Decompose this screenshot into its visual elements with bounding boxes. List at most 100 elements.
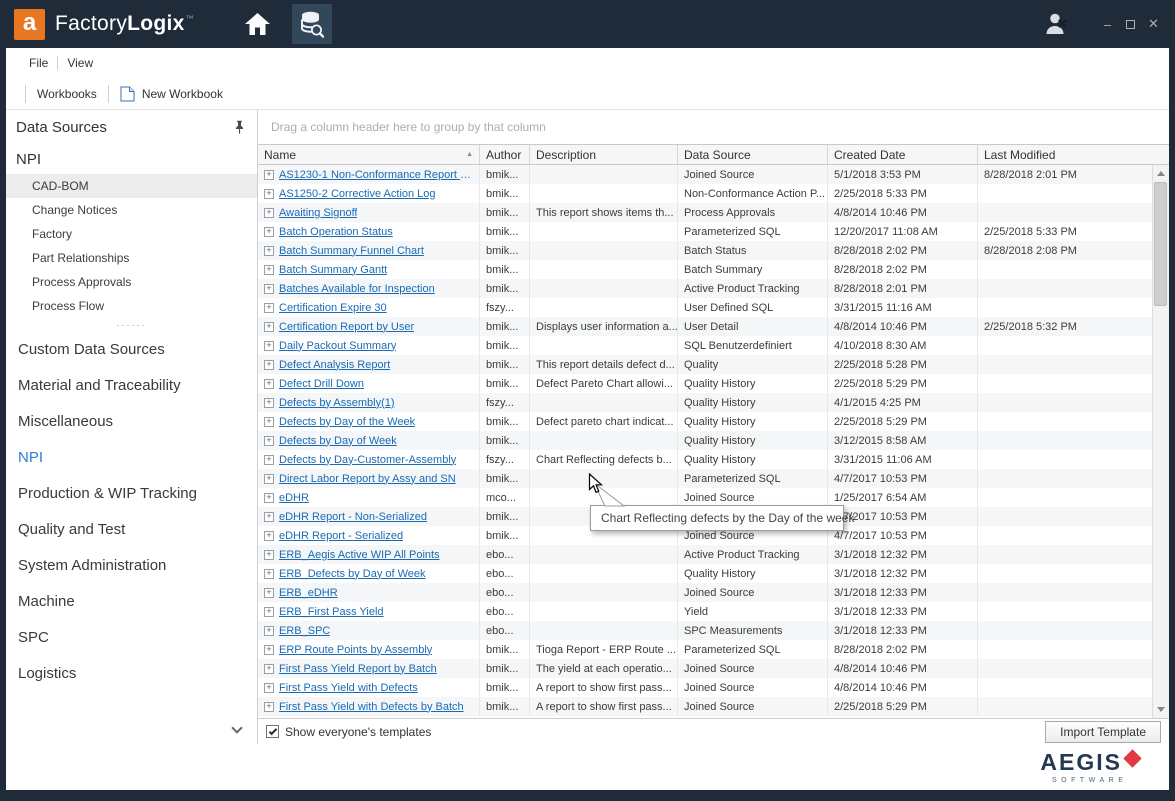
expand-icon[interactable]: +: [264, 170, 274, 180]
report-link[interactable]: eDHR Report - Non-Serialized: [279, 511, 427, 523]
pin-button[interactable]: [234, 120, 245, 134]
show-everyones-templates-checkbox[interactable]: [266, 725, 279, 738]
sidebar-section-spc[interactable]: SPC: [6, 619, 257, 655]
expand-icon[interactable]: +: [264, 398, 274, 408]
report-link[interactable]: Daily Packout Summary: [279, 340, 396, 352]
column-header-last-modified[interactable]: Last Modified: [978, 145, 1169, 164]
expand-icon[interactable]: +: [264, 341, 274, 351]
column-header-author[interactable]: Author: [480, 145, 530, 164]
table-row[interactable]: +Defects by Assembly(1)fszy...Quality Hi…: [258, 393, 1152, 412]
sidebar-splitter[interactable]: ······: [6, 318, 257, 331]
expand-icon[interactable]: +: [264, 626, 274, 636]
expand-icon[interactable]: +: [264, 246, 274, 256]
report-link[interactable]: Defect Drill Down: [279, 378, 364, 390]
report-link[interactable]: Direct Labor Report by Assy and SN: [279, 473, 456, 485]
close-button[interactable]: ✕: [1142, 13, 1165, 36]
report-link[interactable]: Defects by Day of Week: [279, 435, 397, 447]
table-row[interactable]: +ERB_eDHRebo...Joined Source3/1/2018 12:…: [258, 583, 1152, 602]
menu-view[interactable]: View: [58, 56, 102, 70]
table-row[interactable]: +Defects by Day of the Weekbmik...Defect…: [258, 412, 1152, 431]
sidebar-item-cad-bom[interactable]: CAD-BOM: [6, 174, 257, 198]
expand-icon[interactable]: +: [264, 417, 274, 427]
expand-icon[interactable]: +: [264, 664, 274, 674]
expand-icon[interactable]: +: [264, 702, 274, 712]
expand-icon[interactable]: +: [264, 208, 274, 218]
report-link[interactable]: Defects by Assembly(1): [279, 397, 395, 409]
table-row[interactable]: +Defect Drill Downbmik...Defect Pareto C…: [258, 374, 1152, 393]
menu-file[interactable]: File: [20, 56, 57, 70]
expand-icon[interactable]: +: [264, 379, 274, 389]
expand-icon[interactable]: +: [264, 493, 274, 503]
table-row[interactable]: +Defects by Day-Customer-Assemblyfszy...…: [258, 450, 1152, 469]
data-sources-button[interactable]: [292, 4, 332, 44]
table-row[interactable]: +Daily Packout Summarybmik...SQL Benutze…: [258, 336, 1152, 355]
expand-icon[interactable]: +: [264, 189, 274, 199]
expand-icon[interactable]: +: [264, 645, 274, 655]
report-link[interactable]: AS1230-1 Non-Conformance Report by ...: [279, 169, 473, 181]
table-row[interactable]: +Batch Summary Funnel Chartbmik...Batch …: [258, 241, 1152, 260]
expand-icon[interactable]: +: [264, 474, 274, 484]
report-link[interactable]: ERP Route Points by Assembly: [279, 644, 432, 656]
sidebar-section-miscellaneous[interactable]: Miscellaneous: [6, 403, 257, 439]
report-link[interactable]: ERB_SPC: [279, 625, 330, 637]
table-row[interactable]: +Awaiting Signoffbmik...This report show…: [258, 203, 1152, 222]
sidebar-item-part-relationships[interactable]: Part Relationships: [6, 246, 257, 270]
workbooks-button[interactable]: Workbooks: [35, 87, 99, 101]
table-row[interactable]: +First Pass Yield with Defects by Batchb…: [258, 697, 1152, 716]
table-row[interactable]: +AS1250-2 Corrective Action Logbmik...No…: [258, 184, 1152, 203]
minimize-button[interactable]: –: [1096, 13, 1119, 36]
report-link[interactable]: AS1250-2 Corrective Action Log: [279, 188, 436, 200]
scroll-down-arrow-icon[interactable]: [1157, 707, 1165, 712]
sidebar-section-production-wip-tracking[interactable]: Production & WIP Tracking: [6, 475, 257, 511]
report-link[interactable]: Batch Operation Status: [279, 226, 393, 238]
report-link[interactable]: ERB_eDHR: [279, 587, 338, 599]
logout-user-button[interactable]: [1040, 7, 1074, 41]
sidebar-section-logistics[interactable]: Logistics: [6, 655, 257, 691]
report-link[interactable]: eDHR: [279, 492, 309, 504]
table-row[interactable]: +First Pass Yield with Defectsbmik...A r…: [258, 678, 1152, 697]
sidebar-section-machine[interactable]: Machine: [6, 583, 257, 619]
table-row[interactable]: +ERP Route Points by Assemblybmik...Tiog…: [258, 640, 1152, 659]
report-link[interactable]: Batches Available for Inspection: [279, 283, 435, 295]
sidebar-section-material-and-traceability[interactable]: Material and Traceability: [6, 367, 257, 403]
sidebar-item-factory[interactable]: Factory: [6, 222, 257, 246]
expand-icon[interactable]: +: [264, 569, 274, 579]
column-header-description[interactable]: Description: [530, 145, 678, 164]
report-link[interactable]: Defects by Day of the Week: [279, 416, 415, 428]
sidebar-item-process-flow[interactable]: Process Flow: [6, 294, 257, 318]
column-header-name[interactable]: Name ▲: [258, 145, 480, 164]
sidebar-item-change-notices[interactable]: Change Notices: [6, 198, 257, 222]
expand-icon[interactable]: +: [264, 303, 274, 313]
table-row[interactable]: +ERB_Defects by Day of Weekebo...Quality…: [258, 564, 1152, 583]
report-link[interactable]: First Pass Yield with Defects by Batch: [279, 701, 464, 713]
table-row[interactable]: +Direct Labor Report by Assy and SNbmik.…: [258, 469, 1152, 488]
home-button[interactable]: [240, 6, 276, 42]
table-row[interactable]: +Batch Operation Statusbmik...Parameteri…: [258, 222, 1152, 241]
scroll-up-arrow-icon[interactable]: [1157, 171, 1165, 176]
expand-icon[interactable]: +: [264, 683, 274, 693]
expand-icon[interactable]: +: [264, 531, 274, 541]
report-link[interactable]: Awaiting Signoff: [279, 207, 357, 219]
report-link[interactable]: eDHR Report - Serialized: [279, 530, 403, 542]
report-link[interactable]: ERB_First Pass Yield: [279, 606, 384, 618]
expand-icon[interactable]: +: [264, 550, 274, 560]
maximize-button[interactable]: [1119, 13, 1142, 36]
report-link[interactable]: Certification Report by User: [279, 321, 414, 333]
report-link[interactable]: ERB_Aegis Active WIP All Points: [279, 549, 440, 561]
expand-icon[interactable]: +: [264, 284, 274, 294]
table-row[interactable]: +Batch Summary Ganttbmik...Batch Summary…: [258, 260, 1152, 279]
table-row[interactable]: +ERB_Aegis Active WIP All Pointsebo...Ac…: [258, 545, 1152, 564]
vertical-scrollbar[interactable]: [1152, 165, 1169, 718]
sidebar-group-npi[interactable]: NPI: [6, 144, 257, 174]
import-template-button[interactable]: Import Template: [1045, 721, 1161, 743]
report-link[interactable]: Defect Analysis Report: [279, 359, 390, 371]
table-row[interactable]: +ERB_SPCebo...SPC Measurements3/1/2018 1…: [258, 621, 1152, 640]
sidebar-section-system-administration[interactable]: System Administration: [6, 547, 257, 583]
expand-icon[interactable]: +: [264, 227, 274, 237]
sidebar-section-custom-data-sources[interactable]: Custom Data Sources: [6, 331, 257, 367]
expand-icon[interactable]: +: [264, 588, 274, 598]
expand-icon[interactable]: +: [264, 607, 274, 617]
report-link[interactable]: Batch Summary Gantt: [279, 264, 387, 276]
sidebar-section-npi[interactable]: NPI: [6, 439, 257, 475]
table-row[interactable]: +Certification Report by Userbmik...Disp…: [258, 317, 1152, 336]
